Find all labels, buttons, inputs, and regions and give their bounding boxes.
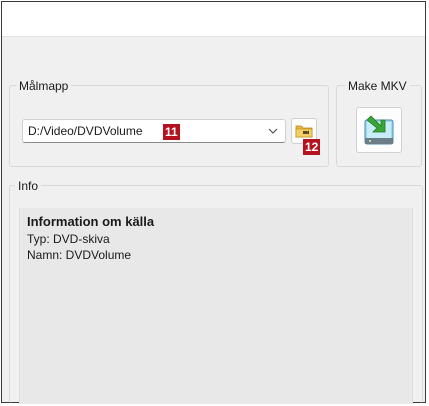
title-bar bbox=[2, 2, 425, 37]
info-heading: Information om källa bbox=[27, 214, 155, 229]
target-folder-combobox[interactable]: D:/Video/DVDVolume bbox=[22, 119, 286, 143]
callout-badge-browse: 12 bbox=[303, 139, 321, 155]
target-folder-path: D:/Video/DVDVolume bbox=[28, 124, 143, 138]
make-mkv-legend: Make MKV bbox=[345, 78, 410, 94]
info-panel: Information om källa Typ: DVD-skiva Namn… bbox=[19, 208, 413, 404]
info-group: Info Information om källa Typ: DVD-skiva… bbox=[9, 178, 423, 404]
app-window: Målmapp D:/Video/DVDVolume 11 Make MKV 1… bbox=[1, 1, 426, 404]
info-name-line: Namn: DVDVolume bbox=[27, 248, 132, 262]
target-folder-legend: Målmapp bbox=[16, 78, 72, 94]
make-mkv-icon bbox=[364, 115, 394, 145]
info-legend: Info bbox=[15, 178, 42, 194]
make-mkv-button[interactable] bbox=[356, 107, 402, 153]
callout-badge-path: 11 bbox=[163, 124, 180, 140]
target-folder-group: Målmapp D:/Video/DVDVolume 11 bbox=[9, 78, 329, 167]
make-mkv-group: Make MKV bbox=[336, 78, 422, 167]
info-type-line: Typ: DVD-skiva bbox=[27, 232, 110, 246]
chevron-down-icon bbox=[268, 128, 278, 134]
